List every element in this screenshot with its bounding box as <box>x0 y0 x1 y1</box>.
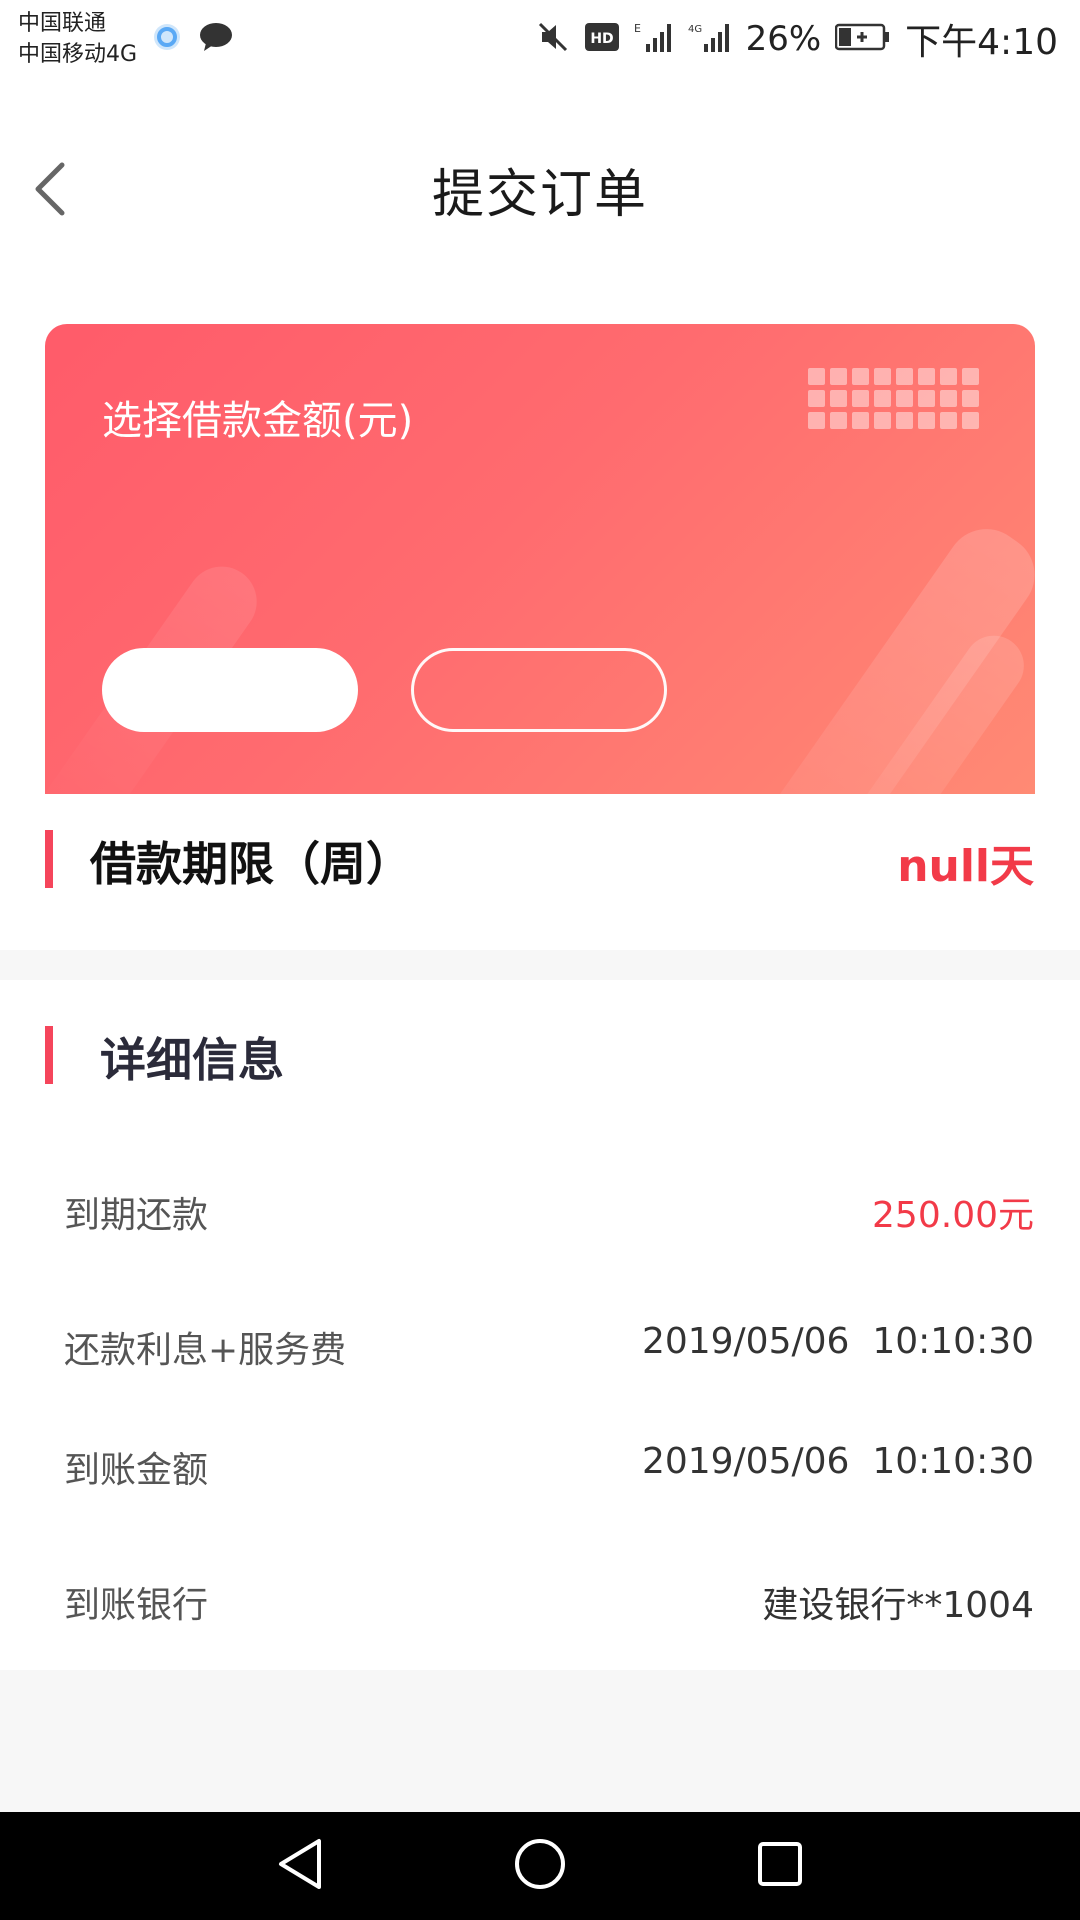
nav-home-button[interactable] <box>508 1834 572 1898</box>
section-accent-bar <box>45 830 53 888</box>
nav-home-icon <box>512 1836 568 1896</box>
detail-value: 2019/05/06 10:10:30 <box>641 1441 1034 1482</box>
signal-4g-icon: 4G <box>688 20 732 58</box>
loan-term-value: null天 <box>897 841 1034 892</box>
loan-amount-card: 选择借款金额(元) <box>45 324 1035 794</box>
loan-term-label: 借款期限（周） <box>90 837 412 891</box>
detail-label: 到期还款 <box>64 1195 209 1236</box>
svg-text:E: E <box>634 22 641 35</box>
detail-label: 到账银行 <box>64 1585 209 1626</box>
page-title: 提交订单 <box>431 165 648 225</box>
section-accent-bar <box>45 1026 53 1084</box>
mute-icon <box>536 20 570 58</box>
details-section: 详细信息 到期还款 250.00元 还款利息+服务费 2019/05/06 10… <box>0 980 1080 1670</box>
battery-percent: 26% <box>745 19 822 59</box>
nav-back-button[interactable] <box>268 1834 332 1898</box>
detail-value: 250.00元 <box>872 1195 1034 1236</box>
status-bar: 中国联通 中国移动4G HD E 4G 26% 下午4:10 <box>0 0 1080 80</box>
detail-row-interest-fee: 还款利息+服务费 2019/05/06 10:10:30 <box>0 1305 1080 1385</box>
detail-row-due-repayment: 到期还款 250.00元 <box>0 1170 1080 1250</box>
nav-recents-button[interactable] <box>748 1834 812 1898</box>
detail-value: 2019/05/06 10:10:30 <box>641 1321 1034 1362</box>
nav-back-icon <box>275 1837 325 1895</box>
svg-text:4G: 4G <box>688 24 702 35</box>
details-title: 详细信息 <box>100 1033 284 1087</box>
carrier-1: 中国联通 <box>18 11 107 36</box>
detail-label: 到账金额 <box>64 1450 209 1491</box>
carrier-2: 中国移动4G <box>18 42 138 67</box>
header: 提交订单 <box>0 80 1080 320</box>
loan-amount-section: 选择借款金额(元) 借款期限（周） null天 <box>0 320 1080 950</box>
svg-text:HD: HD <box>590 31 613 47</box>
amount-option[interactable] <box>411 648 667 732</box>
amount-option-selected[interactable] <box>102 648 358 732</box>
signal-e-icon: E <box>634 20 674 58</box>
system-nav-bar <box>0 1812 1080 1920</box>
cloud-icon <box>150 20 184 58</box>
system-status: HD E 4G 26% 下午4:10 <box>536 14 1058 64</box>
detail-label: 还款利息+服务费 <box>64 1330 347 1371</box>
notification-icons <box>150 20 234 58</box>
nav-recents-icon <box>755 1839 805 1893</box>
loan-term-row[interactable]: 借款期限（周） null天 <box>0 794 1080 950</box>
battery-charging-icon <box>834 22 891 56</box>
detail-row-received-amount: 到账金额 2019/05/06 10:10:30 <box>0 1425 1080 1505</box>
clock: 下午4:10 <box>905 22 1058 63</box>
hd-icon: HD <box>584 22 620 56</box>
loan-amount-label: 选择借款金额(元) <box>102 398 414 444</box>
detail-row-receiving-bank: 到账银行 建设银行**1004 <box>0 1560 1080 1640</box>
carrier-info: 中国联通 中国移动4G <box>18 8 137 70</box>
chat-icon <box>198 21 234 57</box>
detail-value: 建设银行**1004 <box>762 1585 1034 1626</box>
submit-order-screen: 中国联通 中国移动4G HD E 4G 26% 下午4:10 提交订单 选择借款… <box>0 0 1080 1920</box>
card-chip-icon <box>808 368 979 429</box>
